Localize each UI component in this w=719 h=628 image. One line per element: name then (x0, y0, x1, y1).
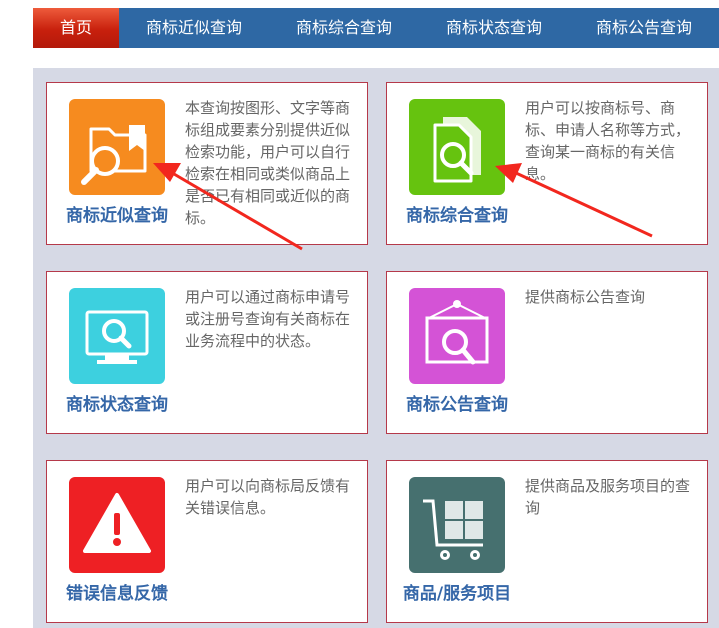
notice-search-icon (409, 288, 505, 384)
card-announcement-search[interactable]: 商标公告查询 提供商标公告查询 (386, 271, 708, 434)
folder-search-icon (69, 99, 165, 195)
card-description: 提供商标公告查询 (525, 288, 646, 306)
card-similar-search[interactable]: 商标近似查询 本查询按图形、文字等商标组成要素分别提供近似检索功能，用户可以自行… (46, 82, 368, 245)
card-goods-services[interactable]: 商品/服务项目 提供商品及服务项目的查询 (386, 460, 708, 623)
nav-tab-status-search[interactable]: 商标状态查询 (431, 8, 557, 48)
top-nav: 首页 商标近似查询 商标综合查询 商标状态查询 商标公告查询 (33, 8, 719, 48)
card-title: 商标公告查询 (406, 395, 508, 415)
card-comprehensive-search[interactable]: 商标综合查询 用户可以按商标号、商标、申请人名称等方式，查询某一商标的有关信息。 (386, 82, 708, 245)
card-title: 商标近似查询 (66, 206, 168, 226)
nav-tab-similar-search[interactable]: 商标近似查询 (131, 8, 257, 48)
card-error-feedback[interactable]: 错误信息反馈 用户可以向商标局反馈有关错误信息。 (46, 460, 368, 623)
service-panel: 商标近似查询 本查询按图形、文字等商标组成要素分别提供近似检索功能，用户可以自行… (33, 68, 719, 628)
nav-tab-comprehensive-search[interactable]: 商标综合查询 (281, 8, 407, 48)
card-description: 用户可以按商标号、商标、申请人名称等方式，查询某一商标的有关信息。 (525, 99, 691, 183)
card-description: 用户可以向商标局反馈有关错误信息。 (185, 477, 351, 517)
card-title: 错误信息反馈 (66, 584, 168, 604)
nav-tab-announcement-search[interactable]: 商标公告查询 (581, 8, 707, 48)
card-description: 用户可以通过商标申请号或注册号查询有关商标在业务流程中的状态。 (185, 288, 351, 350)
card-description: 本查询按图形、文字等商标组成要素分别提供近似检索功能，用户可以自行检索在相同或类… (185, 99, 351, 227)
cart-icon (409, 477, 505, 573)
warning-icon (69, 477, 165, 573)
card-title: 商品/服务项目 (402, 584, 512, 604)
card-title: 商标综合查询 (406, 206, 508, 226)
card-status-search[interactable]: 商标状态查询 用户可以通过商标申请号或注册号查询有关商标在业务流程中的状态。 (46, 271, 368, 434)
monitor-search-icon (69, 288, 165, 384)
card-title: 商标状态查询 (66, 395, 168, 415)
nav-tab-home[interactable]: 首页 (33, 8, 119, 48)
card-description: 提供商品及服务项目的查询 (525, 477, 691, 517)
document-search-icon (409, 99, 505, 195)
